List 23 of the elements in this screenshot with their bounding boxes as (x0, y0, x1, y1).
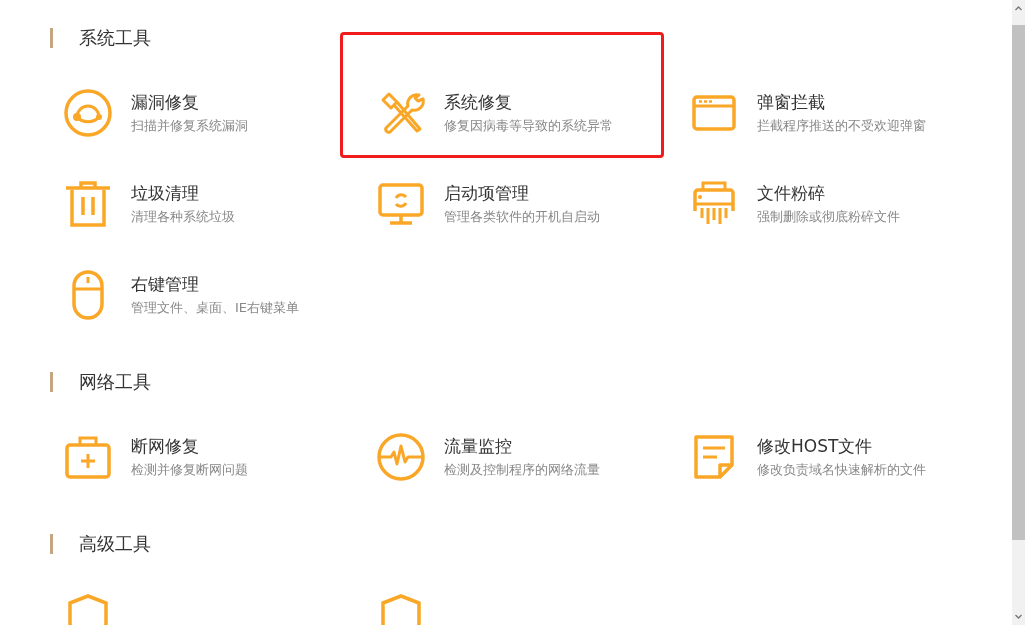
tool-description: 清理各种系统垃圾 (131, 207, 235, 226)
tool-description: 管理文件、桌面、IE右键菜单 (131, 298, 300, 317)
tool-description: 修复因病毒等导致的系统异常 (444, 116, 613, 135)
tool-title[interactable]: 文件粉碎 (757, 181, 900, 204)
tool-title[interactable]: 右键管理 (131, 272, 300, 295)
tool-title[interactable]: 启动项管理 (444, 181, 600, 204)
section-title: 系统工具 (79, 27, 151, 49)
tool-description: 管理各类软件的开机自启动 (444, 207, 600, 226)
tool-title[interactable]: 漏洞修复 (131, 90, 248, 113)
tool-description: 拦截程序推送的不受欢迎弹窗 (757, 116, 926, 135)
tool-title[interactable]: 修改HOST文件 (757, 434, 926, 457)
tool-description: 检测及控制程序的网络流量 (444, 460, 600, 479)
tool-description: 扫描并修复系统漏洞 (131, 116, 248, 135)
tool-title[interactable]: 弹窗拦截 (757, 90, 926, 113)
section-title: 网络工具 (79, 371, 151, 393)
tool-title[interactable]: 断网修复 (131, 434, 248, 457)
tool-title[interactable]: 垃圾清理 (131, 181, 235, 204)
tool-title[interactable]: 流量监控 (444, 434, 600, 457)
section-title: 高级工具 (79, 533, 151, 555)
tool-description: 修改负责域名快速解析的文件 (757, 460, 926, 479)
tool-description: 检测并修复断网问题 (131, 460, 248, 479)
tool-title[interactable]: 系统修复 (444, 90, 613, 113)
tool-description: 强制删除或彻底粉碎文件 (757, 207, 900, 226)
